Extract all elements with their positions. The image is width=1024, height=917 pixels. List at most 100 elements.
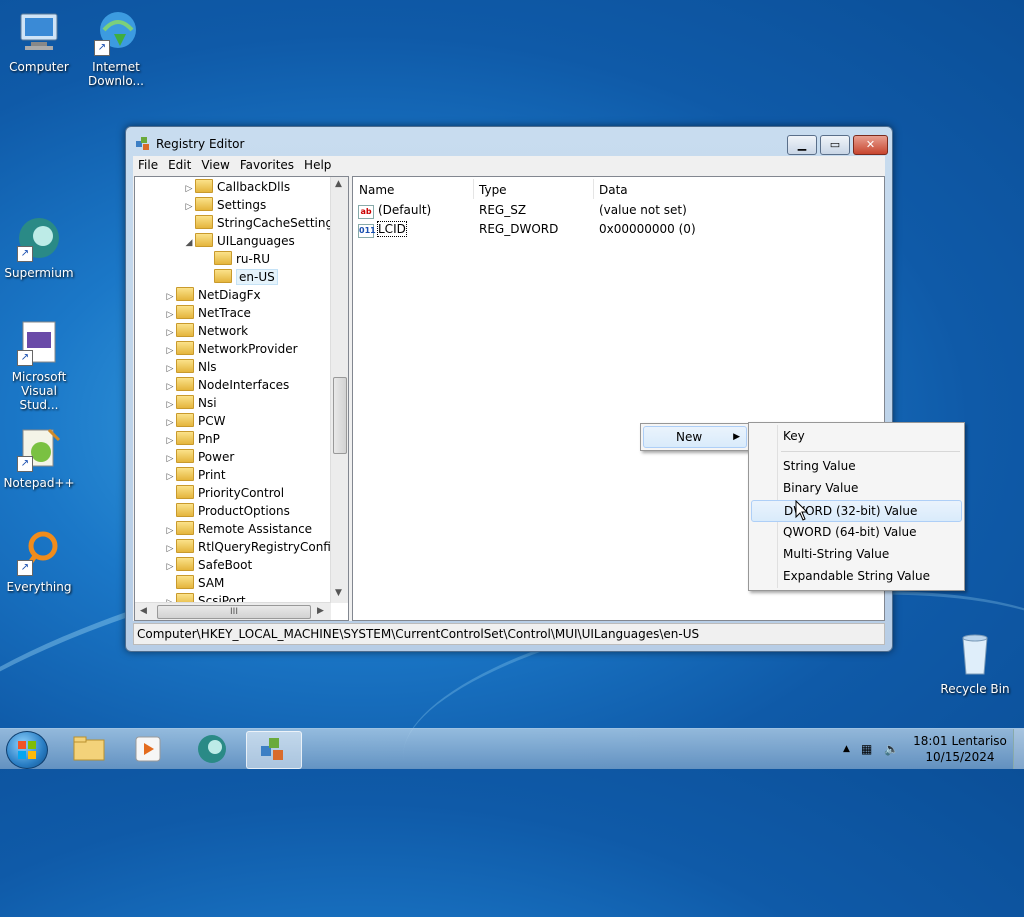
submenu-arrow-icon: ▶ bbox=[733, 432, 740, 442]
collapse-icon[interactable]: ◢ bbox=[183, 234, 195, 252]
tree-item[interactable]: ▷ Power bbox=[164, 448, 234, 466]
taskbar-explorer[interactable] bbox=[62, 731, 116, 767]
mouse-cursor-icon bbox=[795, 500, 809, 521]
menu-item-binary-value[interactable]: Binary Value bbox=[751, 478, 962, 498]
menu-item-string-value[interactable]: String Value bbox=[751, 456, 962, 476]
menu-favorites[interactable]: Favorites bbox=[235, 156, 299, 175]
internet-download-icon: ↗ bbox=[92, 8, 140, 56]
menu-item-key[interactable]: Key bbox=[751, 426, 962, 446]
maximize-button[interactable]: ▭ bbox=[820, 135, 850, 155]
tree-item[interactable]: ▷ Network bbox=[164, 322, 248, 340]
registry-tree[interactable]: ▷ CallbackDlls ▷ Settings StringCacheSetti… bbox=[134, 176, 349, 621]
media-player-icon bbox=[135, 736, 161, 762]
show-hidden-icons-icon[interactable]: ▲ bbox=[843, 729, 850, 769]
folder-icon bbox=[176, 359, 194, 373]
value-row[interactable]: ab (Default) bbox=[358, 201, 431, 219]
tree-item[interactable]: ▷ NetTrace bbox=[164, 304, 251, 322]
tree-item[interactable]: ▷ NetworkProvider bbox=[164, 340, 298, 358]
folder-icon bbox=[214, 269, 232, 283]
close-button[interactable]: ✕ bbox=[853, 135, 888, 155]
column-header-data[interactable]: Data bbox=[599, 181, 628, 199]
taskbar-registry-editor[interactable] bbox=[246, 731, 302, 769]
taskbar-media-player[interactable] bbox=[121, 731, 175, 767]
minimize-button[interactable]: ▁ bbox=[787, 135, 817, 155]
menu-item-qword-value[interactable]: QWORD (64-bit) Value bbox=[751, 522, 962, 542]
tree-item[interactable]: StringCacheSettings bbox=[183, 214, 339, 232]
tree-item-selected[interactable]: en-US bbox=[202, 268, 278, 286]
network-icon[interactable]: ▦ bbox=[861, 729, 872, 769]
everything-icon: ↗ bbox=[15, 528, 63, 576]
tree-item[interactable]: ▷ SafeBoot bbox=[164, 556, 252, 574]
scroll-thumb[interactable] bbox=[333, 377, 347, 454]
desktop-icon-label: Everything bbox=[6, 580, 72, 594]
tree-item[interactable]: SAM bbox=[164, 574, 224, 592]
tree-item-label: Settings bbox=[217, 198, 267, 212]
tree-item-label: RtlQueryRegistryConfig bbox=[198, 540, 339, 554]
desktop-icon-notepad-plus-plus[interactable]: ↗ Notepad++ bbox=[1, 424, 77, 490]
tree-item[interactable]: ▷ Nls bbox=[164, 358, 217, 376]
scroll-thumb[interactable]: III bbox=[157, 605, 311, 619]
menu-item-multi-string-value[interactable]: Multi-String Value bbox=[751, 544, 962, 564]
tree-item[interactable]: PriorityControl bbox=[164, 484, 284, 502]
tree-item[interactable]: ▷ Print bbox=[164, 466, 226, 484]
menu-item-expandable-string-value[interactable]: Expandable String Value bbox=[751, 566, 962, 586]
tree-item[interactable]: ▷ PnP bbox=[164, 430, 220, 448]
tree-item-label: NetTrace bbox=[198, 306, 251, 320]
status-bar: Computer\HKEY_LOCAL_MACHINE\SYSTEM\Curre… bbox=[133, 623, 885, 645]
tree-horizontal-scrollbar[interactable]: ◀ III ▶ bbox=[135, 602, 331, 620]
title-bar[interactable]: Registry Editor ▁ ▭ ✕ bbox=[126, 127, 892, 157]
tree-item[interactable]: ▷ Remote Assistance bbox=[164, 520, 312, 538]
folder-icon bbox=[176, 467, 194, 481]
desktop-icon-internet-download[interactable]: ↗ Internet Downlo... bbox=[78, 8, 154, 88]
menu-view[interactable]: View bbox=[196, 156, 234, 175]
menu-separator bbox=[781, 451, 960, 452]
column-divider[interactable] bbox=[593, 179, 594, 199]
folder-icon bbox=[176, 521, 194, 535]
menu-item-dword-value[interactable]: DWORD (32-bit) Value bbox=[751, 500, 962, 522]
menu-file[interactable]: File bbox=[133, 156, 163, 175]
column-header-name[interactable]: Name bbox=[359, 181, 394, 199]
tree-item[interactable]: ▷ PCW bbox=[164, 412, 225, 430]
new-submenu: Key String Value Binary Value DWORD (32-… bbox=[748, 422, 965, 591]
tree-item[interactable]: ▷ Settings bbox=[183, 196, 266, 214]
desktop-icon-visual-studio[interactable]: ↗ Microsoft Visual Stud... bbox=[1, 318, 77, 412]
scroll-left-icon[interactable]: ◀ bbox=[140, 606, 147, 616]
scroll-right-icon[interactable]: ▶ bbox=[317, 606, 324, 616]
tree-item[interactable]: ▷ CallbackDlls bbox=[183, 178, 290, 196]
tree-item[interactable]: ▷ RtlQueryRegistryConfig bbox=[164, 538, 338, 556]
show-desktop-button[interactable] bbox=[1013, 729, 1024, 769]
desktop-icon-everything[interactable]: ↗ Everything bbox=[1, 528, 77, 594]
menu-item-new[interactable]: New ▶ bbox=[643, 426, 747, 448]
value-row[interactable]: 011 LCID bbox=[358, 220, 407, 238]
supermium-icon bbox=[198, 735, 226, 763]
menu-edit[interactable]: Edit bbox=[163, 156, 196, 175]
taskbar-supermium[interactable] bbox=[185, 731, 239, 767]
tree-item[interactable]: ▷ Nsi bbox=[164, 394, 217, 412]
value-data: (value not set) bbox=[599, 203, 687, 217]
tree-item[interactable]: ru-RU bbox=[202, 250, 270, 268]
folder-icon bbox=[195, 233, 213, 247]
tree-item[interactable]: ▷ NodeInterfaces bbox=[164, 376, 289, 394]
volume-muted-icon[interactable]: 🔈 bbox=[884, 729, 899, 769]
clock[interactable]: 18:01 Lentariso 10/15/2024 bbox=[905, 733, 1015, 765]
menu-help[interactable]: Help bbox=[299, 156, 336, 175]
tree-item-label: ProductOptions bbox=[198, 504, 290, 518]
start-button[interactable] bbox=[6, 731, 48, 769]
tree-item[interactable]: ProductOptions bbox=[164, 502, 290, 520]
desktop-icon-supermium[interactable]: ↗ Supermium bbox=[1, 214, 77, 280]
taskbar: ▲ ▦ 🔈 18:01 Lentariso 10/15/2024 bbox=[0, 728, 1024, 769]
tree-item[interactable]: ◢ UILanguages bbox=[183, 232, 295, 250]
column-header-type[interactable]: Type bbox=[479, 181, 507, 199]
desktop-icon-computer[interactable]: Computer bbox=[1, 8, 77, 74]
scroll-up-icon[interactable]: ▲ bbox=[335, 179, 342, 189]
scroll-down-icon[interactable]: ▼ bbox=[335, 588, 342, 598]
shortcut-arrow-icon: ↗ bbox=[17, 246, 33, 262]
tree-item-label: Power bbox=[198, 450, 235, 464]
tree-item-label: NodeInterfaces bbox=[198, 378, 290, 392]
desktop-icon-recycle-bin[interactable]: Recycle Bin bbox=[937, 630, 1013, 696]
tree-item-label: Remote Assistance bbox=[198, 522, 313, 536]
shortcut-arrow-icon: ↗ bbox=[17, 456, 33, 472]
tree-vertical-scrollbar[interactable]: ▲ ▼ bbox=[330, 177, 348, 603]
column-divider[interactable] bbox=[473, 179, 474, 199]
tree-item[interactable]: ▷ NetDiagFx bbox=[164, 286, 261, 304]
